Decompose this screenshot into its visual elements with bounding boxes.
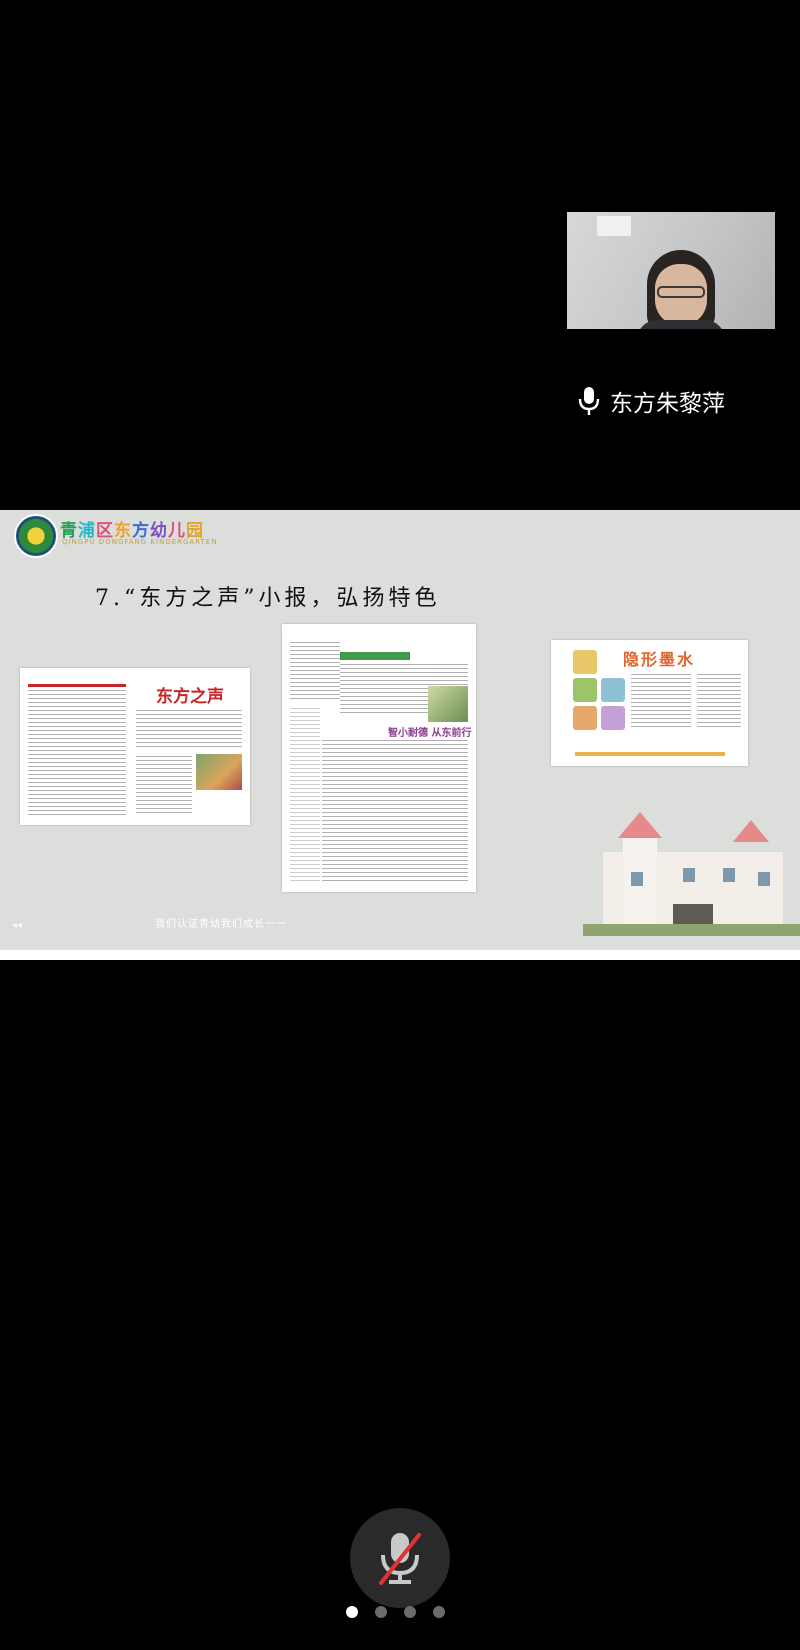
paper1-photo	[196, 754, 242, 790]
paper3-text-block	[631, 674, 691, 730]
page-dot-3[interactable]	[404, 1606, 416, 1618]
mute-toggle-button[interactable]	[350, 1508, 450, 1608]
page-dot-2[interactable]	[375, 1606, 387, 1618]
paper1-text-columns	[28, 690, 126, 815]
building-window	[758, 872, 770, 886]
page-dot-1[interactable]	[346, 1606, 358, 1618]
page-dot-4[interactable]	[433, 1606, 445, 1618]
building-window	[631, 872, 643, 886]
meeting-screen: 东方朱黎萍 青浦区东方幼儿园 QINGPU DONGFANG KINDERGAR…	[0, 0, 800, 1650]
paper3-tile	[601, 706, 625, 730]
paper3-footer-bar	[575, 752, 725, 756]
paper3-tile	[573, 706, 597, 730]
slide-title: 7.“东方之声”小报，弘扬特色	[95, 586, 441, 611]
microphone-muted-icon	[379, 1533, 421, 1585]
building-ground	[583, 924, 800, 936]
participant-video-tile[interactable]	[567, 212, 775, 329]
paper2-headline: 智小耐德 从东前行	[388, 728, 472, 739]
building-roof	[618, 812, 662, 838]
kindergarten-building-image	[583, 812, 800, 936]
building-window	[723, 868, 735, 882]
paper1-banner	[28, 684, 126, 687]
paper1-text-block	[136, 710, 242, 750]
paper3-tile	[601, 678, 625, 702]
slide-number-icon: ◂◂	[12, 920, 23, 931]
slide-bottom-strip	[0, 950, 800, 960]
active-speaker-label: 东方朱黎萍	[578, 384, 725, 418]
paper2-cartoon	[428, 686, 468, 722]
paper2-title-bar	[340, 652, 410, 660]
paper2-side-col	[290, 708, 320, 884]
paper3-headline: 隐形墨水	[623, 650, 696, 669]
speaker-name: 东方朱黎萍	[610, 391, 725, 417]
paper2-body-text	[322, 740, 468, 884]
school-logo	[14, 514, 58, 558]
building-roof	[733, 820, 769, 842]
wall-socket	[597, 216, 631, 236]
microphone-icon	[578, 387, 600, 415]
newspaper-page-3: 隐形墨水	[551, 640, 748, 766]
paper3-tile	[573, 650, 597, 674]
participant-shirt	[637, 320, 725, 329]
paper1-text-block-2	[136, 756, 192, 816]
page-indicator	[346, 1606, 445, 1618]
slide-footer-caption: 我们认证青幼我们成长一一	[155, 919, 287, 930]
school-subtitle: QINGPU DONGFANG KINDERGARTEN	[62, 538, 218, 546]
paper2-text-col	[290, 642, 340, 702]
newspaper-page-1: 东方之声	[20, 668, 250, 825]
paper3-text-block-2	[697, 674, 741, 730]
participant-glasses	[657, 286, 705, 298]
building-tower	[623, 837, 657, 936]
paper1-headline: 东方之声	[156, 687, 224, 707]
paper3-tile	[573, 678, 597, 702]
building-window	[683, 868, 695, 882]
newspaper-page-2: 智小耐德 从东前行	[282, 624, 476, 892]
